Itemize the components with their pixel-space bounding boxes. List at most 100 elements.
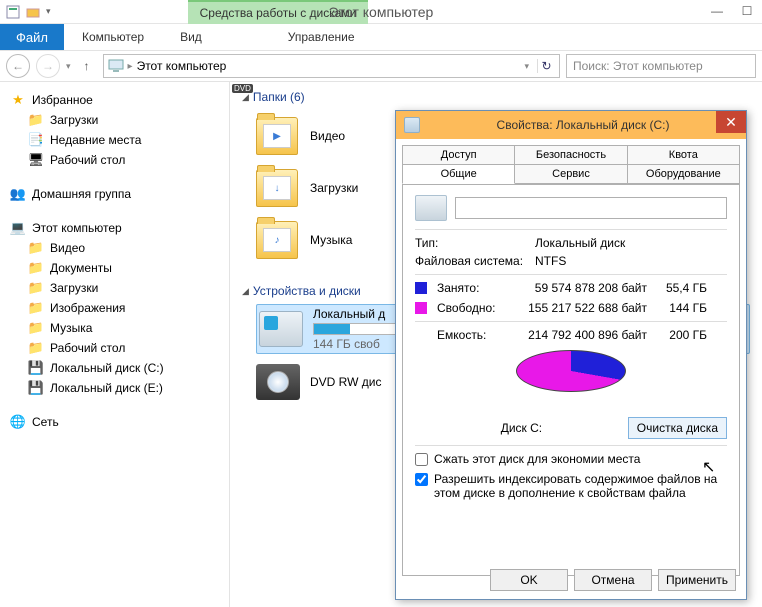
recent-icon: 📑 — [28, 132, 44, 148]
tab-hardware[interactable]: Оборудование — [627, 164, 740, 184]
used-label: Занято: — [437, 281, 517, 295]
sidebar-network[interactable]: 🌐Сеть — [0, 412, 229, 432]
sidebar-item-label: Локальный диск (C:) — [50, 361, 164, 375]
sidebar-item-drive-e[interactable]: 💾 Локальный диск (E:) — [0, 378, 229, 398]
homegroup-icon: 👥 — [10, 186, 26, 202]
drive-icon — [415, 195, 447, 221]
cap-gb: 200 ГБ — [647, 328, 707, 342]
cancel-button[interactable]: Отмена — [574, 569, 652, 591]
compress-label: Сжать этот диск для экономии места — [434, 452, 640, 466]
drive-icon — [404, 117, 420, 133]
menu-computer[interactable]: Компьютер — [64, 24, 162, 50]
apply-button[interactable]: Применить — [658, 569, 736, 591]
type-label: Тип: — [415, 236, 535, 250]
cap-label: Емкость: — [437, 328, 517, 342]
fs-label: Файловая система: — [415, 254, 535, 268]
pc-icon: 💻 — [10, 220, 26, 236]
refresh-icon[interactable]: ↻ — [537, 59, 555, 73]
sidebar-item-desktop2[interactable]: 📁 Рабочий стол — [0, 338, 229, 358]
index-checkbox[interactable] — [415, 473, 428, 486]
folder-label: Музыка — [310, 233, 352, 247]
dvd-icon: DVD — [256, 364, 300, 400]
sidebar-item-label: Изображения — [50, 301, 125, 315]
sidebar-favorites[interactable]: ★ Избранное — [0, 90, 229, 110]
sidebar-item-label: Загрузки — [50, 113, 98, 127]
properties-dialog: Свойства: Локальный диск (C:) ✕ Доступ Б… — [395, 110, 747, 600]
drive-name-input[interactable] — [455, 197, 727, 219]
sidebar-item-documents[interactable]: 📁 Документы — [0, 258, 229, 278]
sidebar-homegroup-label: Домашняя группа — [32, 187, 131, 201]
sidebar-item-pictures[interactable]: 📁 Изображения — [0, 298, 229, 318]
sidebar-item-label: Документы — [50, 261, 112, 275]
folder-icon: 📁 — [28, 340, 44, 356]
qat-properties-icon[interactable] — [4, 3, 22, 21]
menu-view[interactable]: Вид — [162, 24, 220, 50]
section-devices-label: Устройства и диски — [253, 284, 361, 298]
tab-general[interactable]: Общие — [402, 164, 515, 184]
close-button[interactable]: ✕ — [716, 111, 746, 133]
back-button[interactable]: ← — [6, 54, 30, 78]
sidebar-item-music[interactable]: 📁Музыка — [0, 318, 229, 338]
drive-icon — [259, 311, 303, 347]
dialog-title: Свойства: Локальный диск (C:) — [428, 118, 738, 132]
index-label: Разрешить индексировать содержимое файло… — [434, 472, 727, 500]
maximize-button[interactable]: ☐ — [732, 0, 762, 22]
up-button[interactable]: ↑ — [77, 56, 97, 76]
address-bar[interactable]: ▸ Этот компьютер ▾ ↻ — [103, 54, 560, 78]
usage-pie-chart — [516, 350, 626, 405]
sidebar-item-label: Рабочий стол — [50, 341, 125, 355]
used-color-swatch — [415, 282, 427, 294]
breadcrumb-location[interactable]: Этот компьютер — [137, 59, 227, 73]
sidebar: ★Избранное 📁Загрузки 📑Недавние места 🖥Ра… — [0, 82, 230, 607]
folder-icon: 📁 — [28, 240, 44, 256]
tab-quota[interactable]: Квота — [627, 145, 740, 165]
history-dropdown-icon[interactable]: ▾ — [66, 61, 71, 72]
folder-icon: 📁 — [28, 320, 44, 336]
folder-icon: 📁 — [28, 260, 44, 276]
qat-dropdown-icon[interactable]: ▾ — [46, 6, 51, 17]
sidebar-homegroup[interactable]: 👥 Домашняя группа — [0, 184, 229, 204]
qat-new-folder-icon[interactable] — [24, 3, 42, 21]
collapse-icon: ◢ — [242, 286, 249, 297]
cap-bytes: 214 792 400 896 байт — [517, 328, 647, 342]
folder-label: Видео — [310, 129, 345, 143]
drive-icon: 💾 — [28, 380, 44, 396]
window-title: Этот компьютер — [329, 4, 434, 20]
forward-button[interactable]: → — [36, 54, 60, 78]
sidebar-item-drive-c[interactable]: 💾Локальный диск (C:) — [0, 358, 229, 378]
free-gb: 144 ГБ — [647, 301, 707, 315]
chevron-right-icon[interactable]: ▸ — [128, 61, 133, 72]
tab-tools[interactable]: Сервис — [514, 164, 627, 184]
star-icon: ★ — [10, 92, 26, 108]
tab-security[interactable]: Безопасность — [514, 145, 627, 165]
desktop-icon: 🖥 — [28, 152, 44, 168]
compress-checkbox[interactable] — [415, 453, 428, 466]
sidebar-this-pc-label: Этот компьютер — [32, 221, 122, 235]
sidebar-item-recent[interactable]: 📑Недавние места — [0, 130, 229, 150]
tab-access[interactable]: Доступ — [402, 145, 515, 165]
disk-label: Диск C: — [415, 421, 628, 435]
sidebar-item-desktop[interactable]: 🖥Рабочий стол — [0, 150, 229, 170]
section-folders[interactable]: ◢Папки (6) — [242, 90, 750, 104]
sidebar-item-downloads2[interactable]: 📁Загрузки — [0, 278, 229, 298]
free-color-swatch — [415, 302, 427, 314]
this-pc-icon — [108, 58, 124, 74]
sidebar-this-pc[interactable]: 💻 Этот компьютер — [0, 218, 229, 238]
sidebar-item-label: Видео — [50, 241, 85, 255]
sidebar-item-videos[interactable]: 📁 Видео — [0, 238, 229, 258]
file-tab[interactable]: Файл — [0, 24, 64, 50]
disk-cleanup-button[interactable]: Очистка диска — [628, 417, 727, 439]
minimize-button[interactable]: — — [702, 0, 732, 22]
sidebar-favorites-label: Избранное — [32, 93, 93, 107]
dialog-titlebar[interactable]: Свойства: Локальный диск (C:) ✕ — [396, 111, 746, 139]
sidebar-network-label: Сеть — [32, 415, 59, 429]
address-dropdown-icon[interactable]: ▾ — [520, 61, 533, 72]
sidebar-item-label: Локальный диск (E:) — [50, 381, 163, 395]
search-input[interactable]: Поиск: Этот компьютер — [566, 54, 756, 78]
sidebar-item-downloads[interactable]: 📁 Загрузки — [0, 110, 229, 130]
ok-button[interactable]: OK — [490, 569, 568, 591]
menu-manage[interactable]: Управление — [270, 24, 373, 50]
used-gb: 55,4 ГБ — [647, 281, 707, 295]
folder-icon: 📁 — [28, 112, 44, 128]
folder-icon: 📁 — [28, 300, 44, 316]
